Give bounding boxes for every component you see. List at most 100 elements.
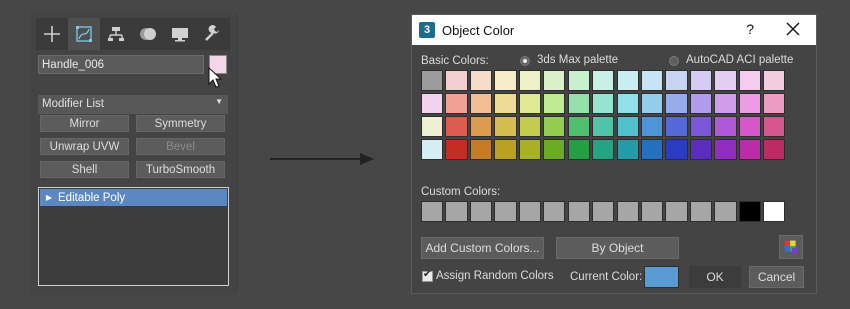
basic-color-swatch[interactable] xyxy=(592,139,615,161)
basic-color-swatch[interactable] xyxy=(494,93,517,115)
custom-color-swatch[interactable] xyxy=(445,201,468,222)
basic-color-swatch[interactable] xyxy=(640,70,664,91)
basic-color-swatch[interactable] xyxy=(543,93,566,115)
cancel-button[interactable]: Cancel xyxy=(749,266,804,288)
basic-color-swatch[interactable] xyxy=(665,116,688,138)
add-custom-colors-button[interactable]: Add Custom Colors... xyxy=(421,237,544,259)
basic-color-swatch[interactable] xyxy=(689,70,713,91)
basic-color-swatch[interactable] xyxy=(445,70,468,91)
basic-color-swatch[interactable] xyxy=(714,116,737,138)
basic-color-swatch[interactable] xyxy=(567,116,590,138)
custom-color-swatch[interactable] xyxy=(640,201,664,222)
custom-color-swatch[interactable] xyxy=(421,201,444,222)
help-button[interactable]: ? xyxy=(746,21,754,37)
basic-color-swatch[interactable] xyxy=(738,139,761,161)
basic-color-swatch[interactable] xyxy=(763,70,786,91)
basic-color-swatch[interactable] xyxy=(518,139,542,161)
basic-color-swatch[interactable] xyxy=(738,70,761,91)
basic-color-swatch[interactable] xyxy=(567,93,590,115)
tab-hierarchy[interactable] xyxy=(100,18,132,50)
basic-color-swatch[interactable] xyxy=(763,116,786,138)
basic-color-swatch[interactable] xyxy=(738,116,761,138)
basic-color-swatch[interactable] xyxy=(494,116,517,138)
tab-create[interactable] xyxy=(36,18,68,50)
basic-color-swatch[interactable] xyxy=(592,70,615,91)
close-icon[interactable] xyxy=(784,19,802,39)
basic-color-swatch[interactable] xyxy=(469,70,493,91)
dialog-titlebar[interactable]: 3 Object Color ? xyxy=(412,15,816,45)
basic-color-swatch[interactable] xyxy=(421,116,444,138)
basic-color-swatch[interactable] xyxy=(640,116,664,138)
basic-color-swatch[interactable] xyxy=(518,70,542,91)
basic-color-swatch[interactable] xyxy=(518,116,542,138)
by-object-button[interactable]: By Object xyxy=(556,237,679,259)
basic-color-swatch[interactable] xyxy=(543,70,566,91)
basic-color-swatch[interactable] xyxy=(763,139,786,161)
basic-color-swatch[interactable] xyxy=(689,93,713,115)
symmetry-button[interactable]: Symmetry xyxy=(136,115,225,132)
basic-color-swatch[interactable] xyxy=(469,139,493,161)
basic-color-swatch[interactable] xyxy=(738,93,761,115)
mirror-button[interactable]: Mirror xyxy=(40,115,129,132)
basic-color-swatch[interactable] xyxy=(640,139,664,161)
basic-color-swatch[interactable] xyxy=(689,116,713,138)
basic-color-swatch[interactable] xyxy=(665,93,688,115)
custom-color-swatch[interactable] xyxy=(592,201,615,222)
basic-color-swatch[interactable] xyxy=(494,139,517,161)
basic-color-swatch[interactable] xyxy=(518,93,542,115)
basic-color-swatch[interactable] xyxy=(543,139,566,161)
basic-color-swatch[interactable] xyxy=(616,70,639,91)
basic-color-swatch[interactable] xyxy=(494,70,517,91)
unwrap-uvw-button[interactable]: Unwrap UVW xyxy=(40,138,129,155)
basic-color-swatch[interactable] xyxy=(616,93,639,115)
shell-button[interactable]: Shell xyxy=(40,161,129,178)
tab-motion[interactable] xyxy=(132,18,164,50)
assign-random-colors-checkbox[interactable] xyxy=(422,269,433,282)
custom-color-swatch[interactable] xyxy=(689,201,713,222)
basic-color-swatch[interactable] xyxy=(445,116,468,138)
stack-item-editable-poly[interactable]: ▶ Editable Poly xyxy=(40,189,227,206)
basic-color-swatch[interactable] xyxy=(714,139,737,161)
turbosmooth-button[interactable]: TurboSmooth xyxy=(136,161,225,178)
custom-color-swatch[interactable] xyxy=(616,201,639,222)
radio-3dsmax-palette[interactable] xyxy=(520,56,530,66)
basic-color-swatch[interactable] xyxy=(567,139,590,161)
custom-color-swatch[interactable] xyxy=(543,201,566,222)
radio-autocad-palette[interactable] xyxy=(669,56,679,66)
basic-color-swatch[interactable] xyxy=(763,93,786,115)
basic-color-swatch[interactable] xyxy=(421,139,444,161)
current-color-swatch[interactable] xyxy=(644,266,679,288)
object-name-field[interactable]: Handle_006 xyxy=(38,55,204,74)
custom-color-swatch[interactable] xyxy=(738,201,761,222)
basic-color-swatch[interactable] xyxy=(689,139,713,161)
basic-color-swatch[interactable] xyxy=(567,70,590,91)
expand-triangle-icon[interactable]: ▶ xyxy=(40,193,58,202)
tab-display[interactable] xyxy=(164,18,196,50)
basic-color-swatch[interactable] xyxy=(469,93,493,115)
color-picker-button[interactable] xyxy=(779,235,803,259)
basic-color-swatch[interactable] xyxy=(640,93,664,115)
basic-color-swatch[interactable] xyxy=(592,93,615,115)
ok-button[interactable]: OK xyxy=(689,266,741,288)
basic-color-swatch[interactable] xyxy=(665,139,688,161)
custom-color-swatch[interactable] xyxy=(763,201,786,222)
bevel-button[interactable]: Bevel xyxy=(136,138,225,155)
custom-color-swatch[interactable] xyxy=(518,201,542,222)
basic-color-swatch[interactable] xyxy=(445,139,468,161)
custom-color-swatch[interactable] xyxy=(469,201,493,222)
basic-color-swatch[interactable] xyxy=(445,93,468,115)
basic-color-swatch[interactable] xyxy=(592,116,615,138)
custom-color-swatch[interactable] xyxy=(714,201,737,222)
custom-color-swatch[interactable] xyxy=(567,201,590,222)
basic-color-swatch[interactable] xyxy=(616,116,639,138)
basic-color-swatch[interactable] xyxy=(714,93,737,115)
basic-color-swatch[interactable] xyxy=(421,70,444,91)
basic-color-swatch[interactable] xyxy=(616,139,639,161)
basic-color-swatch[interactable] xyxy=(714,70,737,91)
tab-modify[interactable] xyxy=(68,18,100,50)
basic-color-swatch[interactable] xyxy=(665,70,688,91)
basic-color-swatch[interactable] xyxy=(421,93,444,115)
custom-color-swatch[interactable] xyxy=(665,201,688,222)
basic-color-swatch[interactable] xyxy=(469,116,493,138)
tab-utilities[interactable] xyxy=(196,18,228,50)
